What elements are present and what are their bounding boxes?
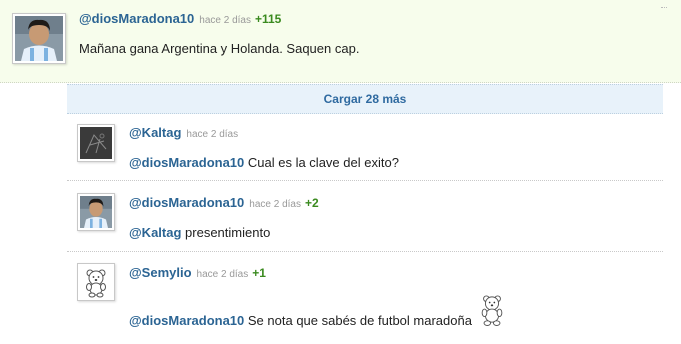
scroll-marker [661,7,667,11]
main-post-header: @diosMaradona10 hace 2 días +115 [79,11,281,26]
reply-time: hace 2 días [196,269,249,280]
reply-header: @diosMaradona10 hace 2 días +2 [129,195,319,210]
maradona-photo-icon [80,196,112,228]
reply-header: @Semylio hace 2 días +1 [129,265,266,280]
reply-item: @Kaltag hace 2 días @diosMaradona10 Cual … [67,113,663,181]
reply-text: @diosMaradona10 Se nota que sabés de fut… [129,313,472,328]
vote-count: +1 [252,266,266,280]
teddy-bear-avatar[interactable] [77,263,115,301]
reply-header: @Kaltag hace 2 días [129,125,238,140]
teddy-bear-emoticon-icon [481,295,503,326]
kaltag-sketch-icon [80,127,112,159]
reply-username[interactable]: @diosMaradona10 [129,195,244,210]
main-post: @diosMaradona10 hace 2 días +115 Mañana ga… [0,0,681,83]
load-more-button[interactable]: Cargar 28 más [67,84,663,114]
vote-count: +115 [254,12,282,26]
mention-link[interactable]: @diosMaradona10 [129,313,244,328]
reply-time: hace 2 días [249,199,301,210]
reply-text: @Kaltag presentimiento [129,225,270,240]
vote-count: +2 [304,196,319,210]
reply-message: Se nota que sabés de futbol maradoña [247,313,472,328]
reply-username[interactable]: @Kaltag [129,125,181,140]
mention-link[interactable]: @diosMaradona10 [129,155,244,170]
reply-item: @Semylio hace 2 días +1 @diosMaradona10 Se… [67,252,663,344]
mention-link[interactable]: @Kaltag [129,225,181,240]
author-username[interactable]: @diosMaradona10 [79,11,194,26]
reply-message: presentimiento [185,225,271,240]
reply-message: Cual es la clave del exito? [247,155,399,170]
teddy-bear-icon [86,269,106,298]
post-text: Mañana gana Argentina y Holanda. Saquen … [79,41,360,56]
reply-username[interactable]: @Semylio [129,265,192,280]
reply-text: @diosMaradona10 Cual es la clave del exi… [129,155,399,170]
post-time: hace 2 días [199,15,251,26]
kaltag-avatar[interactable] [77,124,115,162]
maradona-avatar[interactable] [12,13,66,64]
maradona-photo-icon [15,16,63,61]
reply-item: @diosMaradona10 hace 2 días +2 @Kaltag pre… [67,181,663,252]
reply-time: hace 2 días [186,129,239,140]
maradona-avatar[interactable] [77,193,115,231]
